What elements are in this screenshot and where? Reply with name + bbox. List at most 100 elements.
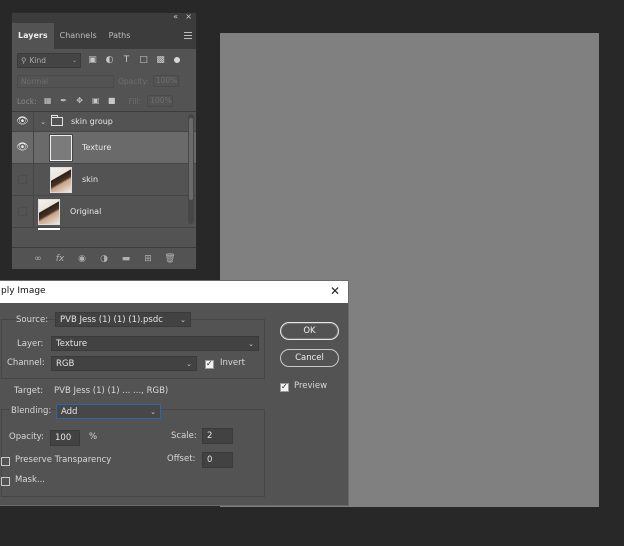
mask-checkbox[interactable]: [1, 477, 10, 486]
chevron-down-icon: ⌄: [150, 407, 156, 416]
ok-button[interactable]: OK: [280, 322, 339, 340]
preview-label[interactable]: Preview: [294, 381, 327, 391]
preserve-transparency-label[interactable]: Preserve Transparency: [15, 455, 111, 465]
type-filter-icon[interactable]: T: [121, 55, 132, 66]
channel-value: RGB: [56, 358, 75, 369]
chevron-down-icon: ⌄: [248, 339, 254, 348]
eye-icon: 👁: [16, 116, 29, 127]
visibility-toggle[interactable]: 👁: [12, 132, 34, 163]
fill-field[interactable]: 100%: [147, 95, 174, 107]
dialog-titlebar: ply Image ✕: [0, 281, 348, 303]
search-icon: ⚲: [21, 55, 27, 65]
opacity-unit: %: [89, 432, 98, 442]
lock-paint-icon[interactable]: ✒: [59, 96, 69, 106]
adjustment-filter-icon[interactable]: ◐: [104, 55, 115, 66]
opacity-field[interactable]: 100%: [152, 75, 179, 87]
eye-icon: 👁: [16, 142, 29, 153]
close-icon[interactable]: ✕: [330, 284, 340, 298]
layer-name: Original: [70, 207, 102, 216]
chevron-down-icon[interactable]: ⌄: [38, 118, 48, 126]
layer-name: skin group: [71, 117, 113, 126]
fill-label: Fill:: [128, 96, 142, 106]
tab-layers[interactable]: Layers: [12, 23, 54, 49]
lock-position-icon[interactable]: ✥: [75, 96, 85, 106]
lock-row: Lock: ▦ ✒ ✥ ▣ ■ Fill: 100%: [12, 91, 196, 112]
lock-label: Lock:: [17, 96, 37, 106]
channel-select[interactable]: RGB ⌄: [51, 356, 197, 371]
layer-thumbnail: [49, 133, 73, 162]
layer-thumbnail: [50, 166, 72, 193]
panel-menu-icon[interactable]: [184, 32, 192, 39]
layers-bottom-toolbar: ∞ fx ◉ ◑ ▬ ⊞ 🗑: [12, 247, 196, 269]
add-mask-icon[interactable]: ◉: [76, 253, 88, 265]
target-label: Target:: [14, 386, 44, 396]
visibility-toggle[interactable]: [12, 164, 34, 195]
layer-row-texture[interactable]: 👁 Texture: [12, 132, 196, 164]
mask-label[interactable]: Mask...: [15, 475, 45, 485]
pixel-filter-icon[interactable]: ▣: [87, 55, 98, 66]
chevron-down-icon: ⌄: [186, 359, 192, 368]
dialog-title: ply Image: [1, 286, 46, 296]
blending-value: Add: [61, 406, 78, 417]
lock-artboard-icon[interactable]: ▣: [91, 96, 101, 106]
tab-paths[interactable]: Paths: [103, 23, 137, 49]
target-value: PVB Jess (1) (1) ... ..., RGB): [54, 386, 169, 396]
layer-filter-row: ⚲ Kind ⌄ ▣ ◐ T □ ▩: [12, 49, 196, 71]
offset-label: Offset:: [167, 454, 196, 464]
collapse-panel-icon[interactable]: «: [173, 12, 178, 21]
layer-row-partial[interactable]: [12, 228, 196, 230]
offset-field[interactable]: 0: [202, 452, 233, 468]
new-group-icon[interactable]: ▬: [120, 253, 132, 265]
preserve-transparency-checkbox[interactable]: [1, 457, 10, 466]
layer-select[interactable]: Texture ⌄: [51, 336, 259, 351]
opacity-label: Opacity:: [118, 76, 149, 86]
layers-list: 👁 ⌄ skin group 👁 Texture skin Original: [12, 112, 196, 230]
lock-all-icon[interactable]: ■: [107, 96, 117, 106]
layer-value: Texture: [56, 338, 88, 349]
opacity-field[interactable]: 100: [50, 430, 80, 446]
visibility-toggle[interactable]: [12, 196, 34, 227]
fx-icon[interactable]: fx: [54, 253, 66, 265]
layers-panel: « × Layers Channels Paths ⚲ Kind ⌄ ▣ ◐ T…: [11, 12, 197, 270]
hidden-visibility-box: [18, 207, 27, 216]
source-value: PVB Jess (1) (1) (1).psdc: [60, 314, 163, 325]
blending-select[interactable]: Add ⌄: [56, 404, 161, 419]
tab-channels[interactable]: Channels: [54, 23, 103, 49]
link-icon[interactable]: ∞: [32, 253, 44, 265]
chevron-down-icon: ⌄: [180, 315, 186, 324]
layer-row-original[interactable]: Original: [12, 196, 196, 228]
smart-object-filter-icon[interactable]: ▩: [155, 55, 166, 66]
invert-checkbox[interactable]: [205, 359, 214, 369]
layers-scrollbar[interactable]: [188, 114, 194, 224]
adjustment-layer-icon[interactable]: ◑: [98, 253, 110, 265]
shape-filter-icon[interactable]: □: [138, 55, 149, 66]
scale-field[interactable]: 2: [202, 428, 233, 444]
new-layer-icon[interactable]: ⊞: [142, 253, 154, 265]
filter-toggle-icon[interactable]: [174, 57, 180, 63]
panel-tabs: Layers Channels Paths: [12, 23, 196, 49]
layer-row-skin[interactable]: skin: [12, 164, 196, 196]
cancel-button[interactable]: Cancel: [280, 349, 339, 367]
kind-filter-select[interactable]: ⚲ Kind ⌄: [17, 52, 81, 68]
opacity-label: Opacity:: [9, 432, 44, 442]
blending-label: Blending:: [11, 406, 52, 416]
visibility-toggle[interactable]: 👁: [12, 112, 34, 131]
scale-label: Scale:: [171, 431, 197, 441]
scrollbar-thumb[interactable]: [189, 118, 193, 200]
channel-label: Channel:: [7, 358, 45, 368]
layer-label: Layer:: [17, 339, 44, 349]
layer-row-skin-group[interactable]: 👁 ⌄ skin group: [12, 112, 196, 132]
preview-checkbox[interactable]: [280, 382, 289, 392]
source-select[interactable]: PVB Jess (1) (1) (1).psdc ⌄: [55, 312, 191, 327]
apply-image-dialog: ply Image ✕ Source: PVB Jess (1) (1) (1)…: [0, 280, 349, 506]
layer-name: skin: [82, 175, 99, 184]
invert-label[interactable]: Invert: [220, 358, 245, 368]
close-panel-icon[interactable]: ×: [185, 12, 192, 21]
panel-title-strip: « ×: [12, 12, 196, 23]
lock-transparent-icon[interactable]: ▦: [43, 96, 53, 106]
folder-icon: [51, 115, 63, 126]
blend-mode-select[interactable]: Normal: [17, 74, 114, 88]
blend-row: Normal Opacity: 100%: [12, 71, 196, 91]
layer-name: Texture: [82, 143, 112, 152]
trash-icon[interactable]: 🗑: [164, 253, 176, 265]
